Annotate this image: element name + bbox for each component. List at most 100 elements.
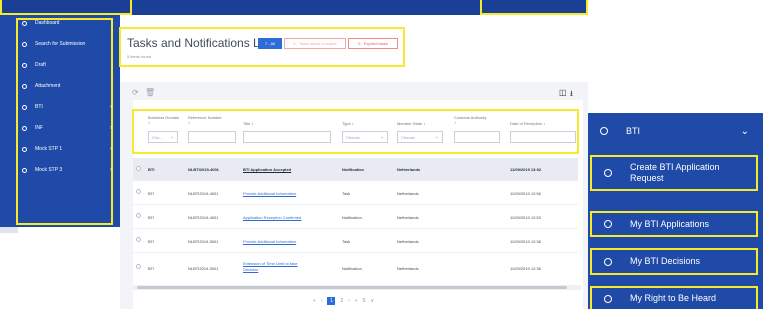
type-filter-select[interactable]: Choose ⌄: [342, 131, 388, 143]
sidebar-item-mock-stp-3[interactable]: Mock STP 3 ›: [22, 164, 112, 176]
sidebar-item-label: Mock STP 1: [35, 146, 63, 152]
chevron-right-icon: ›: [110, 104, 112, 110]
cell-domain: BTI: [148, 167, 155, 172]
sidebar-item-search[interactable]: Search for Submission: [22, 38, 112, 50]
first-page-button[interactable]: «: [313, 298, 316, 304]
menu-item-my-right-to-be-heard[interactable]: My Right to Be Heard: [590, 286, 758, 309]
cell-type: Notification: [342, 266, 362, 271]
cell-member-state: Netherlands: [397, 239, 419, 244]
horizontal-scrollbar[interactable]: [133, 285, 581, 290]
sidebar-item-label: INF: [35, 125, 44, 131]
sidebar-item-label: BTI: [35, 104, 43, 110]
screen: Dashboard Search for Submission Draft At…: [0, 0, 763, 309]
chevron-right-icon: ›: [110, 146, 112, 152]
filter-expired-button[interactable]: 0 - Expired tasks: [348, 38, 398, 49]
cell-domain: BTI: [148, 266, 155, 271]
bullet-icon: [604, 257, 612, 266]
chevron-down-icon[interactable]: ∨: [370, 298, 374, 304]
column-header-member-state[interactable]: Member State ↕: [397, 121, 425, 126]
sidebar-scroll-edge: [0, 227, 18, 233]
row-select-radio[interactable]: [136, 264, 141, 269]
page-title: Tasks and Notifications List: [127, 36, 272, 50]
sidebar-item-label: Dashboard: [35, 20, 60, 26]
row-select-radio[interactable]: [136, 166, 141, 171]
date-filter-input[interactable]: [510, 131, 576, 143]
sidebar-item-label: Draft: [35, 62, 46, 68]
cell-type: Task: [342, 239, 351, 244]
scrollbar-thumb[interactable]: [137, 286, 567, 289]
cell-domain: BTI: [148, 191, 155, 196]
sidebar-item-dashboard[interactable]: Dashboard: [22, 17, 112, 29]
sidebar-item-label: Mock STP 3: [35, 167, 63, 173]
menu-item-label: My BTI Decisions: [630, 256, 701, 266]
title-filter-input[interactable]: [243, 131, 331, 143]
chevron-down-icon: ⌄: [740, 125, 749, 137]
sidebar-item-mock-stp-1[interactable]: Mock STP 1 ›: [22, 143, 112, 155]
cell-title-link[interactable]: Extension of Time Limit to take: [243, 261, 297, 266]
download-icon[interactable]: ⭳: [570, 88, 573, 102]
menu-item-label-line: Create BTI Application: [630, 162, 720, 172]
sidebar-item-label: Attachment: [35, 83, 61, 89]
pagination: « ‹ 1 2 › » 5 ∨: [313, 296, 374, 305]
trash-icon[interactable]: 🗑: [145, 88, 155, 97]
sidebar-item-inf[interactable]: INF ›: [22, 122, 112, 134]
cell-reference: NLBTI2019-3001: [188, 266, 219, 271]
cell-reference: NLBTI2019-4001: [188, 167, 219, 172]
menu-item-create-bti-application[interactable]: Create BTI Application Request: [590, 155, 758, 191]
cell-reference: NLBTI2019-4001: [188, 191, 219, 196]
last-page-button[interactable]: »: [355, 298, 358, 304]
cell-member-state: Netherlands: [397, 167, 421, 172]
menu-item-label: My Right to Be Heard: [630, 293, 717, 303]
menu-item-my-bti-applications[interactable]: My BTI Applications: [590, 211, 758, 237]
bullet-icon: [604, 294, 612, 303]
bullet-icon: [22, 167, 27, 173]
cell-title-link[interactable]: Application Reception Confirmed: [243, 215, 301, 220]
chevron-right-icon: ›: [110, 167, 112, 173]
column-header-reference[interactable]: Reference Number ↕: [188, 115, 224, 125]
column-header-authority[interactable]: Customs Authority ↕: [454, 115, 488, 125]
row-select-radio[interactable]: [136, 189, 141, 194]
member-state-filter-select[interactable]: Choose ⌄: [397, 131, 443, 143]
sidebar-item-attachment[interactable]: Attachment: [22, 80, 112, 92]
filter-expiring-button[interactable]: 5 - Tasks about to expire: [284, 38, 346, 49]
cell-type: Notification: [342, 215, 362, 220]
cell-date: 11/09/2019 13:02: [510, 167, 542, 172]
column-header-domain[interactable]: Business Domain ↕: [148, 115, 180, 125]
cell-domain: BTI: [148, 215, 155, 220]
cell-title-link[interactable]: BTI Application Accepted: [243, 167, 291, 172]
columns-icon[interactable]: ◫: [559, 88, 567, 97]
cell-title-link[interactable]: Provide Additional Information: [243, 239, 296, 244]
cell-type: Notification: [342, 167, 364, 172]
cell-title-link[interactable]: Provide Additional Information: [243, 191, 296, 196]
cell-member-state: Netherlands: [397, 191, 419, 196]
sidebar-item-bti[interactable]: BTI ›: [22, 101, 112, 113]
chevron-down-icon: ⌄: [169, 134, 174, 140]
authority-filter-input[interactable]: [454, 131, 500, 143]
reference-filter-input[interactable]: [188, 131, 236, 143]
chevron-down-icon: ⌄: [379, 134, 384, 140]
bullet-icon: [22, 41, 27, 47]
column-header-date[interactable]: Date of Reception ↕: [510, 121, 545, 126]
sidebar-item-draft[interactable]: Draft: [22, 59, 112, 71]
bullet-icon: [22, 125, 27, 131]
chevron-right-icon: ›: [110, 125, 112, 131]
page-size-select[interactable]: 5: [363, 298, 366, 304]
cell-member-state: Netherlands: [397, 215, 419, 220]
domain-filter-select[interactable]: Cho... ⌄: [148, 131, 178, 143]
column-header-type[interactable]: Type ↕: [342, 121, 354, 126]
prev-page-button[interactable]: ‹: [321, 298, 323, 304]
top-bar: [0, 0, 588, 15]
row-select-radio[interactable]: [136, 237, 141, 242]
menu-item-my-bti-decisions[interactable]: My BTI Decisions: [590, 248, 758, 275]
bti-menu-header[interactable]: BTI ⌄: [588, 120, 763, 142]
cell-date: 11/09/2019 12:56: [510, 191, 541, 196]
page-2-button[interactable]: 2: [340, 298, 343, 304]
column-header-title[interactable]: Title ↕: [243, 121, 254, 126]
page-1-button[interactable]: 1: [327, 296, 336, 305]
next-page-button[interactable]: ›: [348, 298, 350, 304]
filter-all-button[interactable]: 7 - All: [258, 38, 282, 49]
cell-title-link-continued[interactable]: Decision: [243, 267, 258, 272]
row-select-radio[interactable]: [136, 213, 141, 218]
filter-value: Choose: [346, 134, 360, 140]
refresh-icon[interactable]: ⟳: [132, 88, 139, 97]
